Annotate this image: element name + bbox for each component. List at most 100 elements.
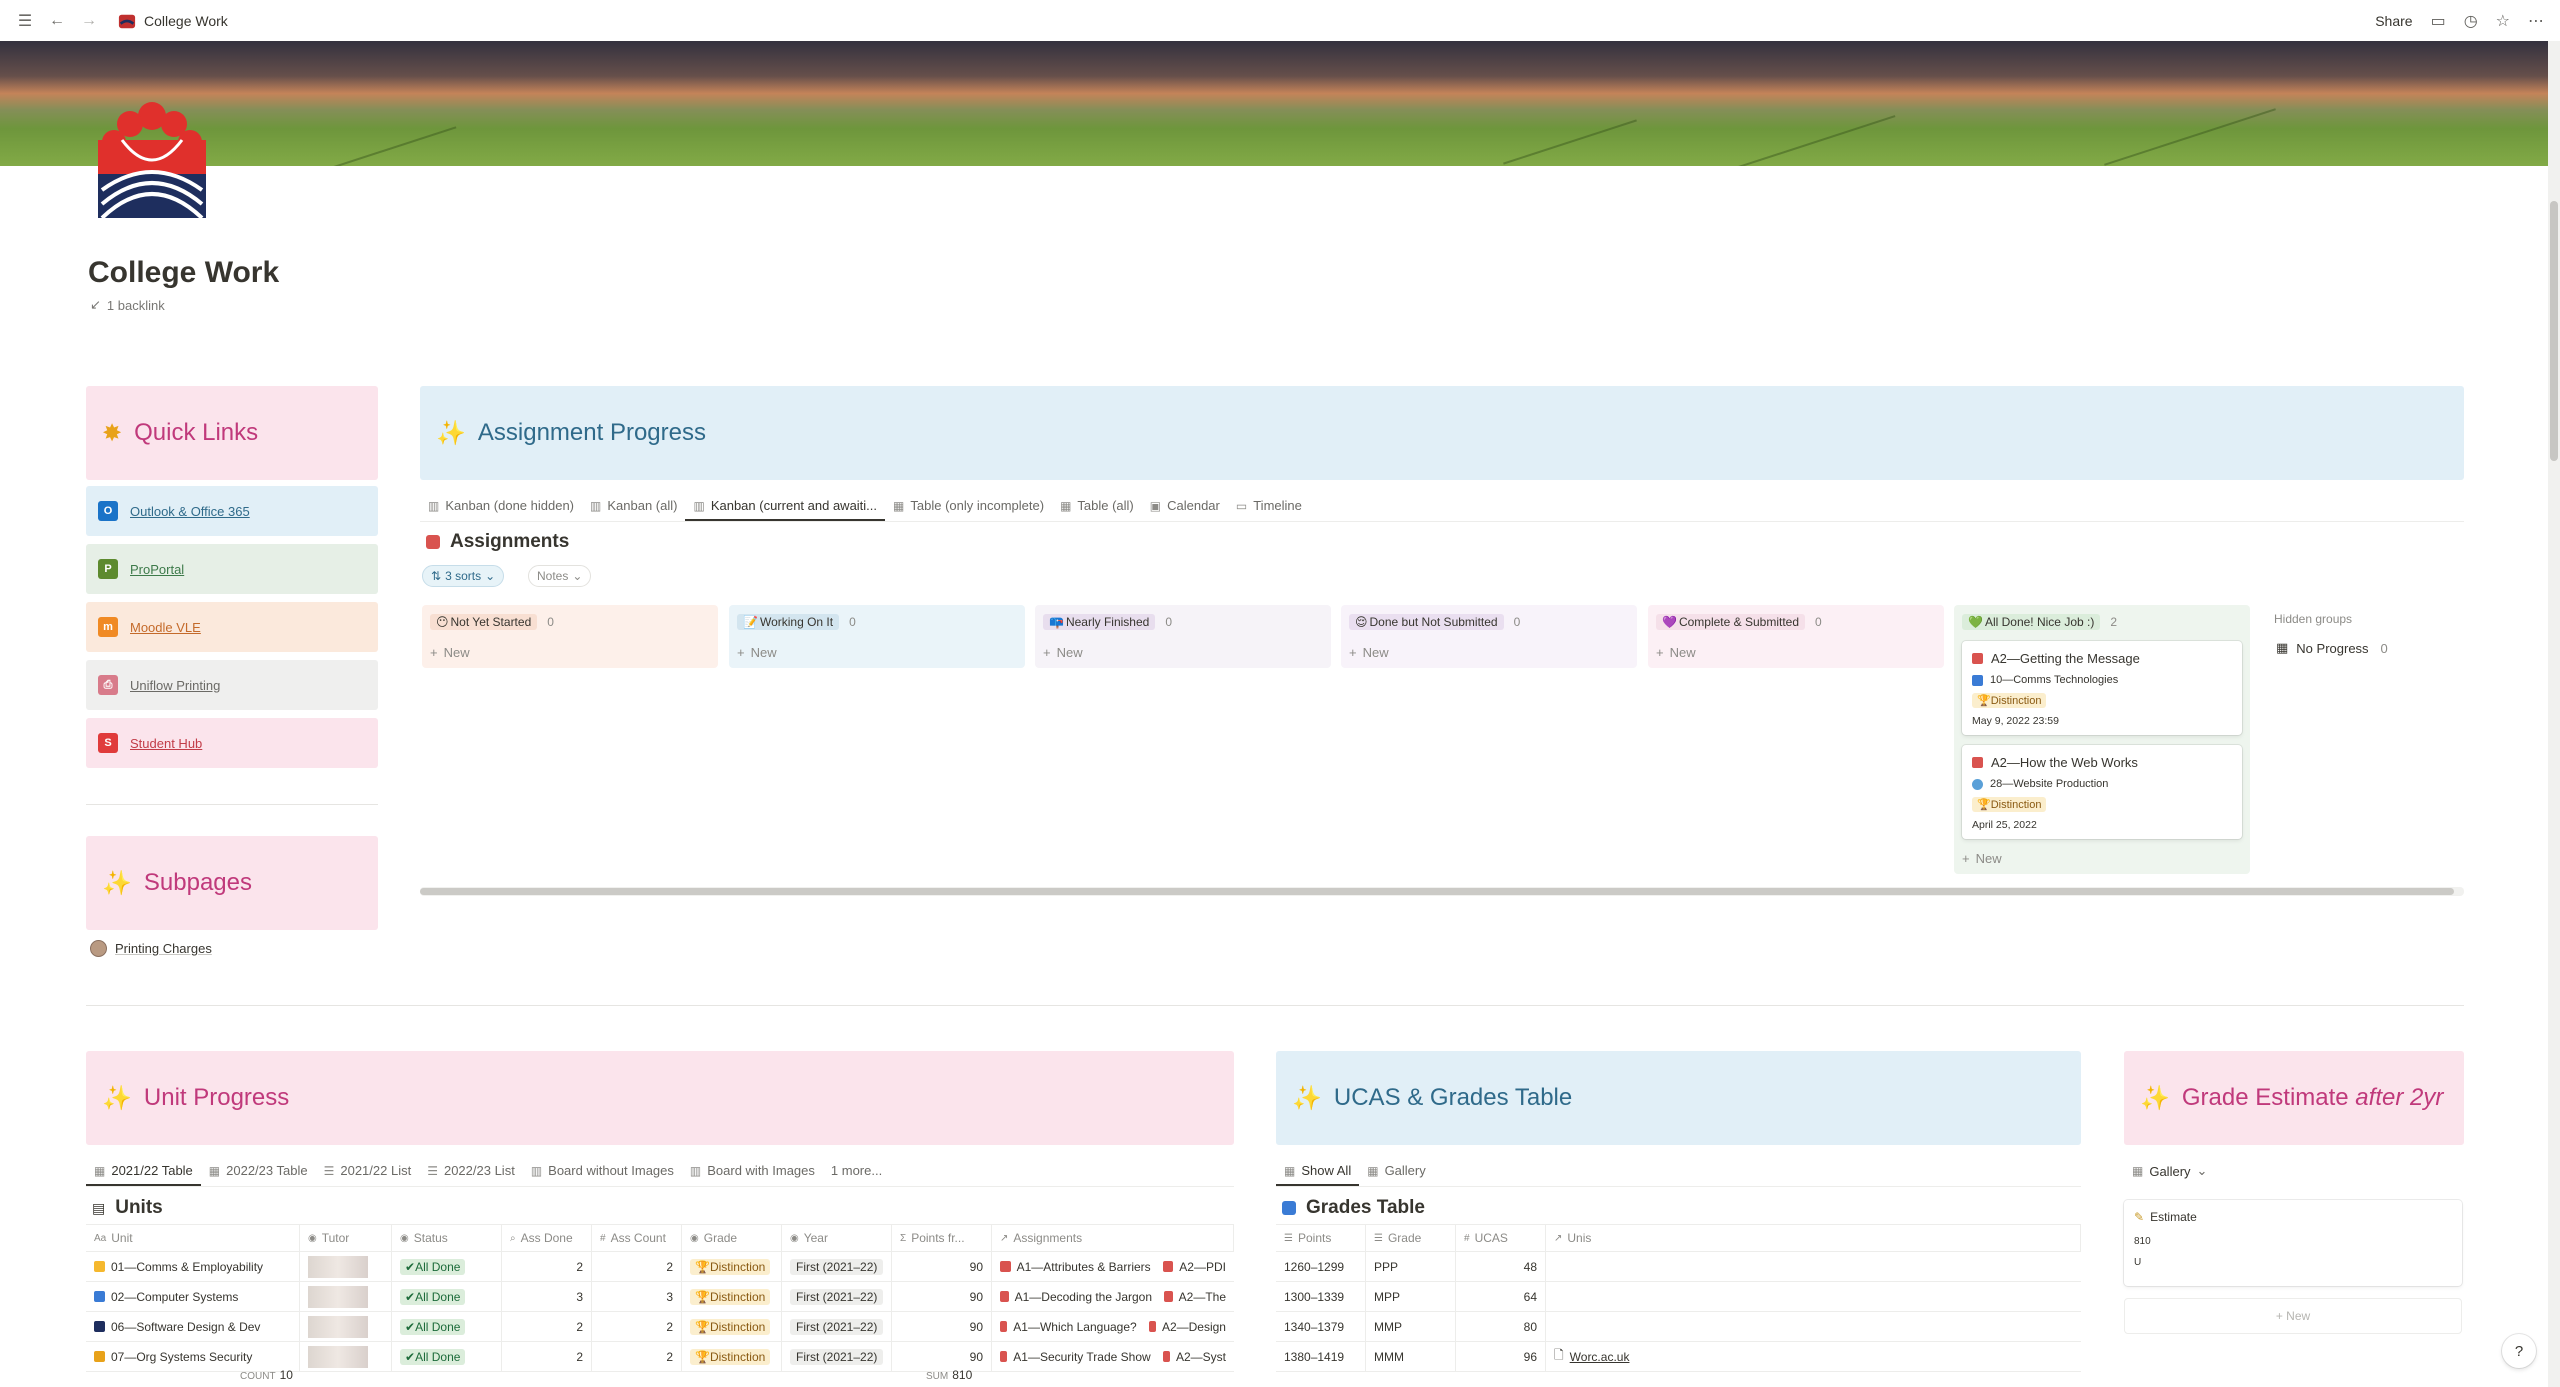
status-emoji-icon: 📪 <box>1049 615 1064 629</box>
table-row[interactable]: 01—Comms & Employability ✔All Done 2 2 🏆Dist… <box>86 1252 1234 1282</box>
quick-link-moodle-vle[interactable]: m Moodle VLE <box>86 602 378 652</box>
kanban-column: 💚 All Done! Nice Job :) 2 A2—Getting the Me… <box>1954 605 2250 874</box>
table-row[interactable]: 02—Computer Systems ✔All Done 3 3 🏆Distincti… <box>86 1282 1234 1312</box>
unis-link[interactable]: Worc.ac.uk <box>1570 1350 1630 1364</box>
assignment-view-tab[interactable]: ▦ Table (only incomplete) <box>885 498 1052 521</box>
status-cell: ✔All Done <box>392 1312 502 1341</box>
column-header[interactable]: Σ Points fr... <box>892 1225 992 1251</box>
quick-link-uniflow-printing[interactable]: ⎙ Uniflow Printing <box>86 660 378 710</box>
comments-icon[interactable]: ▭ <box>2431 11 2446 31</box>
assignment-view-tab[interactable]: ▥ Kanban (done hidden) <box>420 498 582 521</box>
units-db-title[interactable]: ▤ Units <box>92 1197 163 1219</box>
new-card-button[interactable]: + New <box>1962 851 2242 866</box>
kanban-column-header[interactable]: 😶 Not Yet Started 0 <box>430 613 710 631</box>
forward-arrow-icon[interactable]: → <box>78 10 100 32</box>
unit-view-tab[interactable]: ▥ Board without Images <box>523 1163 682 1186</box>
column-header[interactable]: ↗ Unis <box>1546 1225 2081 1251</box>
new-card-button[interactable]: + New <box>737 645 1017 660</box>
assignment-link[interactable]: A2—Design <box>1162 1320 1226 1334</box>
assignment-link[interactable]: A1—Attributes & Barriers <box>1017 1260 1151 1274</box>
backlinks[interactable]: ↙ 1 backlink <box>90 297 165 313</box>
column-header[interactable]: Aa Unit <box>86 1225 300 1251</box>
gallery-view-dropdown[interactable]: ▦ Gallery ⌄ <box>2124 1163 2215 1187</box>
column-header[interactable]: ☰ Points <box>1276 1225 1366 1251</box>
estimate-card-value: 810 <box>2134 1236 2151 1247</box>
more-options-icon[interactable]: ⋯ <box>2528 11 2544 31</box>
sidebar-menu-icon[interactable]: ☰ <box>14 10 36 32</box>
grades-db-title[interactable]: Grades Table <box>1282 1197 1425 1219</box>
table-row[interactable]: 1340–1379 MMP 80 <box>1276 1312 2081 1342</box>
grade-label: Distinction <box>709 1259 766 1274</box>
table-row[interactable]: 06—Software Design & Dev ✔All Done 2 2 🏆Dist… <box>86 1312 1234 1342</box>
assignment-card[interactable]: A2—Getting the Message 10—Comms Technolog… <box>1962 641 2242 735</box>
new-card-button[interactable]: + New <box>1656 645 1936 660</box>
assignment-link[interactable]: A1—Security Trade Show <box>1013 1350 1150 1364</box>
kanban-horizontal-scrollbar[interactable] <box>420 887 2464 896</box>
hidden-group-no-progress[interactable]: ▦ No Progress 0 <box>2276 640 2388 656</box>
new-card-button[interactable]: + New <box>430 645 710 660</box>
assignment-view-tab[interactable]: ▦ Table (all) <box>1052 498 1142 521</box>
favorite-star-icon[interactable]: ☆ <box>2496 11 2510 31</box>
column-header[interactable]: # UCAS <box>1456 1225 1546 1251</box>
unit-view-tab[interactable]: 1 more... <box>823 1163 890 1186</box>
assignment-link[interactable]: A2—Syst <box>1176 1350 1226 1364</box>
unit-view-tab[interactable]: ☰ 2021/22 List <box>316 1163 420 1186</box>
kanban-column-header[interactable]: 💜 Complete & Submitted 0 <box>1656 613 1936 631</box>
kanban-column: 📪 Nearly Finished 0 + New <box>1035 605 1331 668</box>
assignment-link[interactable]: A1—Which Language? <box>1013 1320 1136 1334</box>
assignment-link[interactable]: A2—The <box>1179 1290 1226 1304</box>
notes-filter-chip[interactable]: Notes ⌄ <box>528 565 592 587</box>
sorts-chip[interactable]: ⇅ 3 sorts ⌄ <box>422 565 505 587</box>
breadcrumb[interactable]: College Work <box>118 12 228 30</box>
quick-link-proportal[interactable]: P ProPortal <box>86 544 378 594</box>
unit-view-tab[interactable]: ☰ 2022/23 List <box>419 1163 523 1186</box>
unit-view-tab[interactable]: ▦ 2022/23 Table <box>201 1163 316 1186</box>
new-card-button[interactable]: + New <box>1043 645 1323 660</box>
grade-cell: 🏆Distinction <box>682 1342 782 1371</box>
share-button[interactable]: Share <box>2375 13 2412 29</box>
back-arrow-icon[interactable]: ← <box>46 10 68 32</box>
column-header[interactable]: ☰ Grade <box>1366 1225 1456 1251</box>
quick-link-outlook-office-365[interactable]: O Outlook & Office 365 <box>86 486 378 536</box>
kanban-column-header[interactable]: 📪 Nearly Finished 0 <box>1043 613 1323 631</box>
gallery-new-button[interactable]: + New <box>2124 1298 2462 1334</box>
quick-link-label: Outlook & Office 365 <box>130 503 250 519</box>
table-row[interactable]: 1260–1299 PPP 48 <box>1276 1252 2081 1282</box>
assignment-view-tab[interactable]: ▣ Calendar <box>1142 498 1228 521</box>
table-row[interactable]: 1300–1339 MPP 64 <box>1276 1282 2081 1312</box>
column-header[interactable]: ↗ Assignments <box>992 1225 1234 1251</box>
column-header[interactable]: ◉ Grade <box>682 1225 782 1251</box>
ucas-view-tab[interactable]: ▦ Gallery <box>1359 1163 1434 1186</box>
status-tag: 📝 Working On It <box>737 614 840 630</box>
kanban-column-header[interactable]: 😌 Done but Not Submitted 0 <box>1349 613 1629 631</box>
column-header[interactable]: # Ass Count <box>592 1225 682 1251</box>
assignment-view-tab[interactable]: ▭ Timeline <box>1228 498 1310 521</box>
unit-icon <box>1972 778 1983 790</box>
assignments-db-title[interactable]: Assignments <box>426 531 569 553</box>
assignment-view-tab[interactable]: ▥ Kanban (all) <box>582 498 685 521</box>
view-icon: ▭ <box>1235 498 1248 513</box>
ucas-view-tab[interactable]: ▦ Show All <box>1276 1163 1360 1186</box>
assignment-view-tab[interactable]: ▥ Kanban (current and awaiti... <box>685 498 886 521</box>
quick-link-student-hub[interactable]: S Student Hub <box>86 718 378 768</box>
assignment-link[interactable]: A1—Decoding the Jargon <box>1015 1290 1152 1304</box>
assignment-card[interactable]: A2—How the Web Works 28—Website Productio… <box>1962 745 2242 839</box>
unit-view-tab[interactable]: ▦ 2021/22 Table <box>86 1163 201 1186</box>
new-card-button[interactable]: + New <box>1349 645 1629 660</box>
unit-view-tab[interactable]: ▥ Board with Images <box>682 1163 823 1186</box>
page-scrollbar[interactable] <box>2548 41 2560 1387</box>
subpage-printing-charges[interactable]: Printing Charges <box>90 940 212 957</box>
estimate-gallery-card[interactable]: ✎ Estimate 810 U <box>2124 1200 2462 1286</box>
table-row[interactable]: 1380–1419 MMM 96 🗋 Worc.ac.uk <box>1276 1342 2081 1372</box>
column-header[interactable]: ⌕ Ass Done <box>502 1225 592 1251</box>
column-header[interactable]: ◉ Status <box>392 1225 502 1251</box>
unit-cell: 01—Comms & Employability <box>86 1252 300 1281</box>
kanban-column-header[interactable]: 📝 Working On It 0 <box>737 613 1017 631</box>
assignment-link[interactable]: A2—PDI <box>1179 1260 1226 1274</box>
subpage-icon <box>90 940 107 957</box>
column-header[interactable]: ◉ Year <box>782 1225 892 1251</box>
column-header[interactable]: ◉ Tutor <box>300 1225 392 1251</box>
history-clock-icon[interactable]: ◷ <box>2464 11 2478 31</box>
help-button[interactable]: ? <box>2502 1334 2536 1368</box>
kanban-column-header[interactable]: 💚 All Done! Nice Job :) 2 <box>1962 613 2242 631</box>
